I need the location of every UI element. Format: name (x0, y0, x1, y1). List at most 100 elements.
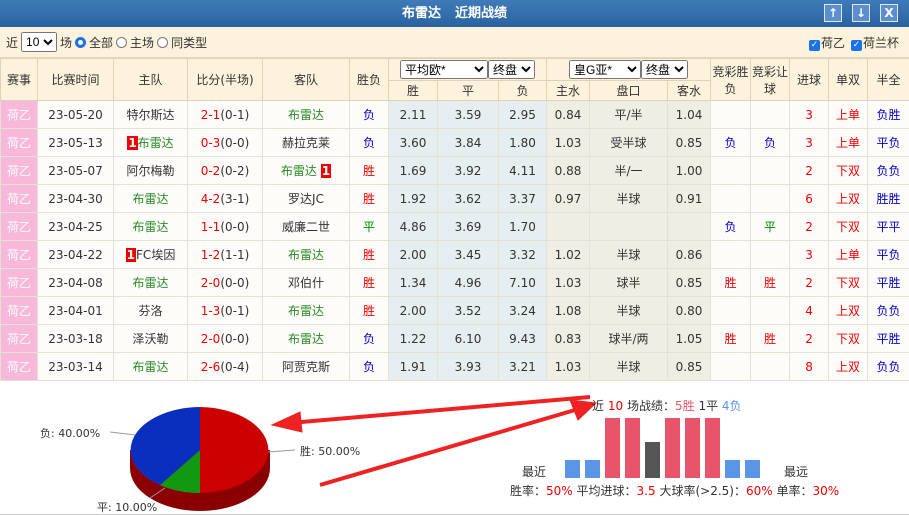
away-team[interactable]: 布雷达 1 (262, 156, 350, 185)
euro-close-select[interactable]: 终盘 (488, 60, 535, 79)
radio-all-label[interactable]: 全部 (89, 34, 113, 51)
htft-cell: 平负 (867, 240, 909, 269)
date-cell: 23-04-08 (37, 268, 114, 297)
away-water: 1.04 (667, 100, 712, 129)
move-down-button[interactable]: ↓ (852, 4, 870, 22)
league-cell[interactable]: 荷乙 (0, 156, 38, 185)
odd-even-cell: 上双 (828, 352, 869, 381)
header-home: 主队 (113, 58, 188, 101)
jc-result (710, 240, 752, 269)
home-team[interactable]: 布雷达 (113, 184, 188, 213)
home-team[interactable]: 布雷达 (113, 212, 188, 241)
score-cell[interactable]: 2-6(0-4) (187, 352, 263, 381)
odds-win: 1.22 (388, 324, 438, 353)
away-team[interactable]: 布雷达 (262, 100, 350, 129)
odds-draw: 3.93 (437, 352, 499, 381)
table-row: 荷乙 23-04-22 1FC埃因 1-2(1-1) 布雷达 胜 2.00 3.… (0, 240, 909, 269)
radio-home[interactable] (116, 36, 128, 48)
away-team[interactable]: 赫拉克莱 (262, 128, 350, 157)
odds-draw: 3.92 (437, 156, 499, 185)
away-team[interactable]: 阿贾克斯 (262, 352, 350, 381)
home-team[interactable]: 1布雷达 (113, 128, 188, 157)
close-button[interactable]: X (880, 4, 898, 22)
away-water: 1.00 (667, 156, 712, 185)
radio-all[interactable] (75, 36, 87, 48)
record-line: 近 10 场战绩：5胜 1平 4负 (592, 399, 742, 413)
score-cell[interactable]: 4-2(3-1) (187, 184, 263, 213)
radio-same-type[interactable] (157, 36, 169, 48)
score-cell[interactable]: 2-0(0-0) (187, 324, 263, 353)
away-team[interactable]: 布雷达 (262, 296, 350, 325)
jc-handicap: 胜 (750, 324, 791, 353)
away-team[interactable]: 威廉二世 (262, 212, 350, 241)
result-cell: 负 (349, 324, 389, 353)
result-bar-win (605, 418, 620, 478)
league-cell[interactable]: 荷乙 (0, 296, 38, 325)
header-jc-hc: 竞彩让球 (750, 58, 791, 101)
odds-loss: 3.37 (497, 184, 548, 213)
result-cell: 负 (349, 352, 389, 381)
odd-even-cell: 下双 (828, 212, 869, 241)
table-row: 荷乙 23-05-20 特尔斯达 2-1(0-1) 布雷达 负 2.11 3.5… (0, 100, 909, 129)
htft-cell: 负负 (867, 352, 909, 381)
htft-cell: 胜胜 (867, 184, 909, 213)
home-team[interactable]: 特尔斯达 (113, 100, 188, 129)
odd-even-cell: 上双 (828, 296, 869, 325)
odds-draw: 3.84 (437, 128, 499, 157)
odds-loss: 3.21 (497, 352, 548, 381)
score-cell[interactable]: 2-0(0-0) (187, 268, 263, 297)
league-cell[interactable]: 荷乙 (0, 212, 38, 241)
away-team[interactable]: 罗达JC (262, 184, 350, 213)
league-cell[interactable]: 荷乙 (0, 324, 38, 353)
move-up-button[interactable]: ↑ (824, 4, 842, 22)
htft-cell: 平负 (867, 128, 909, 157)
euro-company-select[interactable]: 平均欧* (400, 60, 488, 79)
results-table: 赛事 比赛时间 主队 比分(半场) 客队 胜负 平均欧* 终盘 皇G亚* 终盘 竞彩… (0, 58, 909, 381)
handicap-line (589, 212, 669, 241)
score-cell[interactable]: 0-2(0-2) (187, 156, 263, 185)
goals-cell: 2 (789, 212, 830, 241)
pie-chart (109, 407, 296, 511)
htft-cell: 负胜 (867, 100, 909, 129)
result-bars (565, 418, 760, 478)
header-score: 比分(半场) (187, 58, 263, 101)
odds-draw: 3.52 (437, 296, 499, 325)
score-cell[interactable]: 2-1(0-1) (187, 100, 263, 129)
result-bar-win (685, 418, 700, 478)
odds-draw: 4.96 (437, 268, 499, 297)
score-cell[interactable]: 0-3(0-0) (187, 128, 263, 157)
match-count-select[interactable]: 10 (21, 32, 58, 52)
header-away: 客队 (262, 58, 350, 101)
home-water: 0.83 (546, 324, 591, 353)
radio-home-label[interactable]: 主场 (130, 34, 154, 51)
home-team[interactable]: 泽沃勒 (113, 324, 188, 353)
radio-same-type-label[interactable]: 同类型 (171, 34, 207, 51)
home-team[interactable]: 布雷达 (113, 352, 188, 381)
score-cell[interactable]: 1-2(1-1) (187, 240, 263, 269)
league-cell[interactable]: 荷乙 (0, 352, 38, 381)
checkbox-eerste-divisie[interactable]: ✓ 荷乙 (808, 34, 845, 51)
checkbox-knvb-cup[interactable]: ✓ 荷兰杯 (850, 34, 899, 51)
away-water: 0.86 (667, 240, 712, 269)
away-team[interactable]: 布雷达 (262, 324, 350, 353)
result-cell: 胜 (349, 240, 389, 269)
league-cell[interactable]: 荷乙 (0, 240, 38, 269)
date-cell: 23-03-18 (37, 324, 114, 353)
asia-company-select[interactable]: 皇G亚* (569, 60, 642, 79)
away-team[interactable]: 布雷达 (262, 240, 350, 269)
home-team[interactable]: 布雷达 (113, 268, 188, 297)
league-cell[interactable]: 荷乙 (0, 268, 38, 297)
home-team[interactable]: 1FC埃因 (113, 240, 188, 269)
score-cell[interactable]: 1-3(0-1) (187, 296, 263, 325)
htft-cell: 平平 (867, 212, 909, 241)
odds-win: 4.86 (388, 212, 438, 241)
home-team[interactable]: 芬洛 (113, 296, 188, 325)
result-bar-win (705, 418, 720, 478)
league-cell[interactable]: 荷乙 (0, 128, 38, 157)
home-team[interactable]: 阿尔梅勒 (113, 156, 188, 185)
away-team[interactable]: 邓伯什 (262, 268, 350, 297)
league-cell[interactable]: 荷乙 (0, 184, 38, 213)
score-cell[interactable]: 1-1(0-0) (187, 212, 263, 241)
league-cell[interactable]: 荷乙 (0, 100, 38, 129)
asia-close-select[interactable]: 终盘 (641, 60, 689, 79)
